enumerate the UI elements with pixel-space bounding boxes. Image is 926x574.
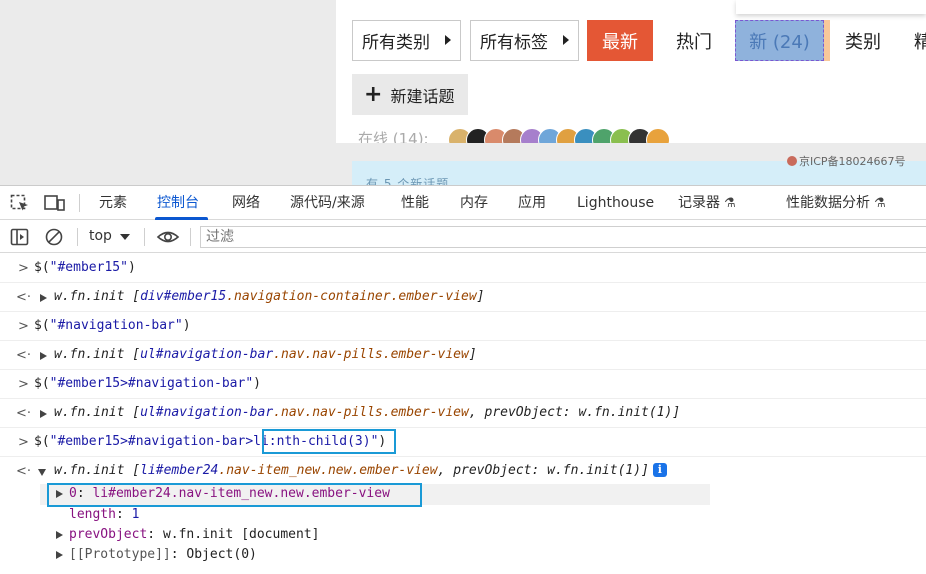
console-result-row-expanded[interactable]: <· w.fn.init [li#ember24.nav-item_new.ne…: [0, 457, 926, 486]
all-tags-label: 所有标签: [480, 33, 548, 53]
new-topic-label: 新建话题: [390, 86, 455, 106]
all-categories-dropdown[interactable]: 所有类别: [352, 20, 461, 61]
selector-highlight-box: [262, 429, 396, 454]
element-highlight-box: [47, 483, 422, 507]
tab-console[interactable]: 控制台: [157, 186, 199, 220]
console-result: w.fn.init [div#ember15.navigation-contai…: [54, 289, 485, 304]
console-result-row[interactable]: <· w.fn.init [ul#navigation-bar.nav.nav-…: [0, 399, 926, 428]
plus-icon: +: [364, 81, 383, 107]
console-input-row[interactable]: > $("#ember15>#navigation-bar>li:nth-chi…: [0, 428, 926, 457]
console-input-row[interactable]: > $("#ember15"): [0, 254, 926, 283]
tab-memory[interactable]: 内存: [460, 186, 488, 220]
property-row-prototype[interactable]: [[Prototype]]: Object(0): [0, 545, 926, 565]
toolbar-separator: [79, 194, 80, 212]
tab-elements[interactable]: 元素: [99, 186, 127, 220]
toolbar-separator: [190, 228, 191, 246]
tab-recorder[interactable]: 记录器 ⚗: [678, 186, 736, 220]
expand-triangle-icon[interactable]: [56, 551, 63, 559]
web-page-area: 所有类别 所有标签 最新 热门 新 (24) 类别 精 + 新建话题 在线 (1…: [0, 0, 926, 191]
property-entry: [[Prototype]]: Object(0): [69, 547, 257, 562]
caret-right-icon: [445, 35, 451, 45]
tab-recorder-label: 记录器: [678, 195, 720, 211]
input-chevron-icon: >: [18, 435, 29, 450]
console-input-row[interactable]: > $("#navigation-bar"): [0, 312, 926, 341]
console-result-row[interactable]: <· w.fn.init [ul#navigation-bar.nav.nav-…: [0, 341, 926, 370]
input-chevron-icon: >: [18, 377, 29, 392]
live-expression-eye-icon[interactable]: [156, 228, 180, 246]
toolbar-separator: [144, 228, 145, 246]
property-entry: length: 1: [69, 507, 140, 522]
console-result: w.fn.init [ul#navigation-bar.nav.nav-pil…: [54, 347, 477, 362]
result-arrow-icon: <·: [16, 406, 32, 421]
result-arrow-icon: <·: [16, 290, 32, 305]
nav-latest[interactable]: 最新: [587, 20, 653, 61]
tab-performance-insights[interactable]: 性能数据分析 ⚗: [786, 186, 886, 220]
nav-new[interactable]: 新 (24): [735, 20, 824, 61]
police-badge-icon: [787, 156, 797, 166]
console-result-row[interactable]: <· w.fn.init [div#ember15.navigation-con…: [0, 283, 926, 312]
context-caret-icon[interactable]: [120, 234, 130, 240]
page-left-overlay: [0, 0, 336, 143]
all-categories-label: 所有类别: [362, 33, 430, 53]
property-row-prevobject[interactable]: prevObject: w.fn.init [document]: [0, 525, 926, 545]
flask-icon: ⚗: [874, 196, 886, 211]
nav-hot[interactable]: 热门: [666, 20, 722, 61]
context-selector[interactable]: top: [89, 228, 112, 244]
toolbar-separator: [77, 228, 78, 246]
avatar[interactable]: [646, 128, 670, 143]
console-output: > $("#ember15") <· w.fn.init [div#ember1…: [0, 254, 926, 574]
tab-network[interactable]: 网络: [232, 186, 260, 220]
tab-sources[interactable]: 源代码/来源: [290, 186, 365, 220]
result-arrow-icon: <·: [16, 464, 32, 479]
expand-triangle-icon[interactable]: [40, 294, 47, 302]
devtools-panel: 元素 控制台 网络 源代码/来源 性能 内存 应用 Lighthouse 记录器…: [0, 185, 926, 574]
device-toolbar-icon[interactable]: [44, 194, 66, 212]
icp-text: 京ICP备18024667号: [799, 155, 906, 168]
tooltip-box: [736, 0, 926, 14]
tab-performance-insights-label: 性能数据分析: [786, 195, 870, 211]
expand-triangle-icon[interactable]: [56, 531, 63, 539]
console-expression: $("#ember15>#navigation-bar"): [34, 376, 261, 391]
nav-categories[interactable]: 类别: [836, 20, 890, 61]
expand-triangle-icon[interactable]: [40, 352, 47, 360]
all-tags-dropdown[interactable]: 所有标签: [470, 20, 579, 61]
expand-triangle-icon[interactable]: [40, 410, 47, 418]
nav-more[interactable]: 精: [914, 20, 926, 61]
console-expression: $("#ember15"): [34, 260, 136, 275]
flask-icon: ⚗: [724, 196, 736, 211]
property-row-length[interactable]: length: 1: [0, 505, 926, 525]
console-result: w.fn.init [li#ember24.nav-item_new.new.e…: [54, 463, 667, 478]
devtools-tab-bar: 元素 控制台 网络 源代码/来源 性能 内存 应用 Lighthouse 记录器…: [0, 186, 926, 220]
input-chevron-icon: >: [18, 261, 29, 276]
tab-application[interactable]: 应用: [518, 186, 546, 220]
property-entry: prevObject: w.fn.init [document]: [69, 527, 320, 542]
info-icon[interactable]: i: [652, 463, 667, 477]
new-topic-button[interactable]: + 新建话题: [352, 74, 468, 115]
tab-lighthouse[interactable]: Lighthouse: [577, 186, 654, 220]
sidebar-toggle-icon[interactable]: [10, 228, 30, 246]
active-tab-indicator: [155, 217, 208, 220]
tab-performance[interactable]: 性能: [401, 186, 429, 220]
collapse-triangle-icon[interactable]: [38, 469, 46, 476]
console-input-row[interactable]: > $("#ember15>#navigation-bar"): [0, 370, 926, 399]
online-users-label: 在线 (14):: [358, 130, 429, 143]
highlight-margin-overlay: [824, 20, 830, 61]
caret-right-icon: [563, 35, 569, 45]
console-toolbar: top: [0, 221, 926, 253]
input-chevron-icon: >: [18, 319, 29, 334]
result-arrow-icon: <·: [16, 348, 32, 363]
console-expression: $("#navigation-bar"): [34, 318, 191, 333]
console-filter-input[interactable]: [200, 226, 926, 248]
icp-badge[interactable]: 京ICP备18024667号: [787, 153, 906, 169]
inspect-element-icon[interactable]: [10, 194, 30, 212]
console-result: w.fn.init [ul#navigation-bar.nav.nav-pil…: [54, 405, 681, 420]
online-avatars: [448, 128, 688, 143]
clear-console-icon[interactable]: [44, 228, 64, 246]
